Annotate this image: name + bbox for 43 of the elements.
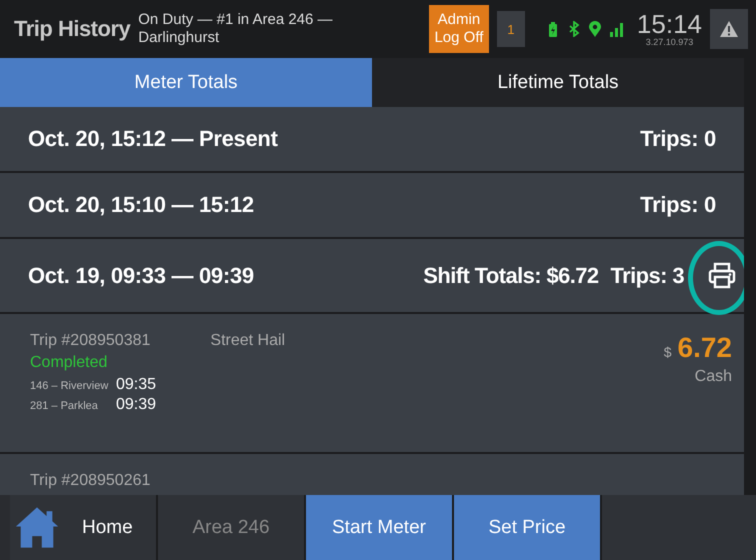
signal-icon (610, 22, 623, 36)
period-range: Oct. 20, 15:12 — Present (28, 126, 278, 152)
stop-time: 09:35 (116, 376, 156, 394)
location-pin-icon (588, 21, 601, 37)
tab[interactable]: Lifetime Totals (372, 58, 744, 107)
bluetooth-icon (568, 21, 580, 37)
printer-icon (708, 262, 736, 289)
period-row[interactable]: Oct. 20, 15:12 — Present Trips: 0 (0, 107, 744, 171)
nav-button[interactable]: Set Price (454, 495, 602, 560)
battery-icon (546, 20, 559, 38)
nav-button[interactable]: Start Meter (306, 495, 454, 560)
trip-count: Trips: 0 (640, 126, 716, 152)
trip-count: Trips: 3 (610, 262, 684, 288)
print-button[interactable] (708, 262, 736, 289)
trip-type: Street Hail (210, 332, 286, 350)
trip-number: Trip #208950261 (30, 472, 150, 490)
trip-card[interactable]: Trip #208950381 Street Hail Completed 146 – Riverview 09:35 281 – Parklea 09:39 $ 6.72 Cash (0, 314, 744, 452)
queue-count: 1 (496, 11, 525, 47)
stop-place: 281 – Parklea (30, 400, 99, 412)
home-icon (14, 505, 60, 550)
warning-button[interactable] (710, 9, 748, 49)
stop-time: 09:39 (116, 396, 156, 414)
version-number: 3.27.10.973 (646, 37, 694, 47)
screen-title: Trip History (14, 16, 130, 42)
clock-time: 15:14 (636, 11, 702, 37)
stop-place: 146 – Riverview (30, 380, 110, 392)
period-row[interactable]: Oct. 19, 09:33 — 09:39 Shift Totals: $6.72 Trips: 3 (0, 239, 744, 312)
trip-count: Trips: 0 (640, 192, 716, 218)
duty-status: On Duty — #1 in Area 246 — Darlinghurst (138, 11, 334, 47)
tab[interactable]: Meter Totals (0, 58, 372, 107)
nav-button[interactable]: Area 246 (158, 495, 306, 560)
shift-totals: Shift Totals: $6.72 (423, 262, 599, 288)
period-range: Oct. 20, 15:10 — 15:12 (28, 192, 254, 218)
payment-method: Cash (694, 368, 732, 386)
currency-sign: $ (664, 344, 672, 360)
warning-icon (719, 20, 739, 38)
period-range: Oct. 19, 09:33 — 09:39 (28, 262, 254, 288)
trip-card[interactable]: Trip #208950261 (0, 454, 744, 495)
fare-amount: 6.72 (678, 332, 732, 364)
period-row[interactable]: Oct. 20, 15:10 — 15:12 Trips: 0 (0, 173, 744, 237)
nav-button[interactable]: Home (10, 495, 158, 560)
trip-number: Trip #208950381 (30, 332, 150, 350)
trip-status: Completed (30, 354, 108, 372)
